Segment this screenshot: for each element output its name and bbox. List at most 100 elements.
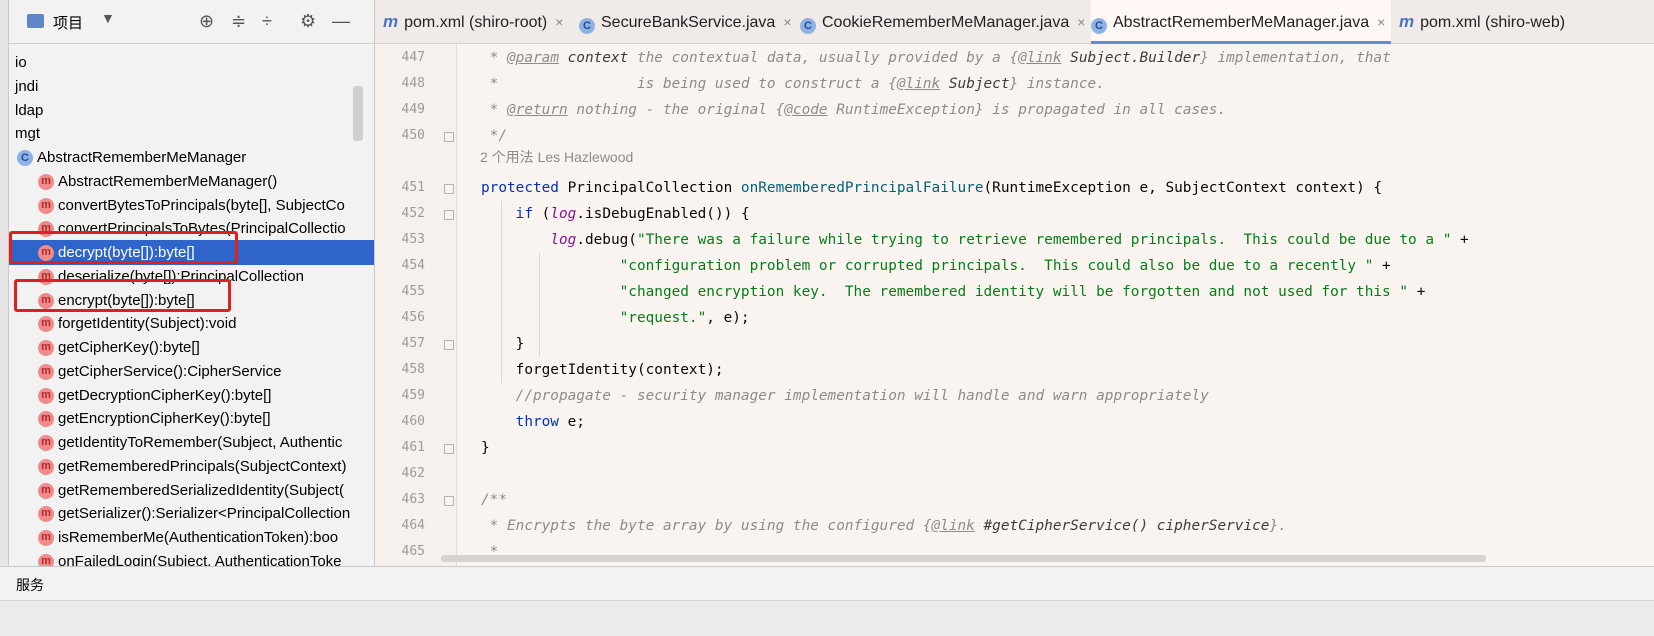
code-token: */ — [481, 128, 507, 144]
tree-item-method[interactable]: m forgetIdentity(Subject):void — [9, 311, 374, 336]
editor-tab[interactable]: C AbstractRememberMeManager.java × — [1091, 0, 1391, 44]
code-token: "There was a failure while trying to ret… — [636, 232, 1452, 248]
gear-icon[interactable]: ⚙ — [300, 11, 316, 31]
tab-label: pom.xml (shiro-root) — [404, 14, 548, 31]
highlight-box — [14, 278, 231, 312]
project-panel-header: 项目 ▼ ⊕ ≑ ÷ ⚙ — — [9, 0, 374, 44]
tree-item-package[interactable]: mgt — [9, 121, 374, 146]
fold-marker-icon[interactable] — [444, 132, 454, 142]
collapse-all-icon[interactable]: ÷ — [262, 11, 272, 31]
code-token: .debug( — [576, 232, 637, 248]
tree-item-label: getDecryptionCipherKey():byte[] — [58, 386, 272, 404]
tree-item-method[interactable]: m getCipherKey():byte[] — [9, 335, 374, 360]
class-icon: C — [17, 150, 33, 166]
project-panel-title[interactable]: 项目 — [53, 12, 83, 33]
code-line: * is being used to construct a {@link Su… — [481, 71, 1105, 97]
class-icon: C — [800, 18, 816, 34]
tree-item-label: forgetIdentity(Subject):void — [58, 315, 237, 333]
tree-item-method[interactable]: m getCipherService():CipherService — [9, 359, 374, 384]
editor-tab[interactable]: m pom.xml (shiro-web) — [1399, 0, 1654, 44]
code-line: if (log.isDebugEnabled()) { — [481, 201, 750, 227]
tree-item-method[interactable]: m convertBytesToPrincipals(byte[], Subjec… — [9, 193, 374, 218]
fold-marker-icon[interactable] — [444, 340, 454, 350]
tree-item-method[interactable]: m getRememberedPrincipals(SubjectContext) — [9, 454, 374, 479]
code-view[interactable]: * @param context the contextual data, us… — [457, 44, 1654, 600]
tab-label: CookieRememberMeManager.java — [822, 14, 1070, 31]
close-icon[interactable]: × — [555, 14, 563, 30]
editor-area: m pom.xml (shiro-root) × C SecureBankService… — [375, 0, 1654, 600]
editor-tab[interactable]: m pom.xml (shiro-root) × — [383, 0, 571, 44]
code-line: throw e; — [481, 409, 585, 435]
line-number: 460 — [401, 414, 425, 429]
code-token: "changed encryption key. The remembered … — [619, 284, 1409, 300]
maven-icon: m — [383, 12, 399, 31]
code-token: .isDebugEnabled()) { — [576, 206, 750, 222]
fold-marker-icon[interactable] — [444, 210, 454, 220]
code-token: @link — [896, 76, 941, 92]
minimize-icon[interactable]: — — [332, 11, 350, 31]
line-number: 465 — [401, 544, 425, 559]
horizontal-scrollbar[interactable] — [441, 555, 1486, 562]
line-number: 458 — [401, 362, 425, 377]
code-token: } — [481, 440, 490, 456]
services-tab[interactable]: 服务 — [16, 575, 44, 595]
close-icon[interactable]: × — [783, 14, 791, 30]
tree-item-method[interactable]: m getEncryptionCipherKey():byte[] — [9, 406, 374, 431]
method-icon: m — [38, 411, 54, 428]
fold-marker-icon[interactable] — [444, 496, 454, 506]
code-line: "request.", e); — [481, 305, 750, 331]
method-icon: m — [38, 387, 54, 404]
code-line: * @param context the contextual data, us… — [481, 45, 1391, 71]
tree-item-label: mgt — [15, 125, 41, 143]
fold-marker-icon[interactable] — [444, 184, 454, 194]
code-token: forgetIdentity(context); — [481, 362, 724, 378]
code-token: , e); — [706, 310, 750, 326]
method-icon: m — [38, 197, 54, 214]
line-number-gutter: 447 448 449 450 451 452 453 454 455 456 457 458 459 4… — [375, 44, 457, 600]
crosshair-icon[interactable]: ⊕ — [199, 11, 214, 31]
chevron-down-icon[interactable]: ▼ — [101, 10, 115, 26]
line-number: 464 — [401, 518, 425, 533]
editor-tab-bar: m pom.xml (shiro-root) × C SecureBankService… — [375, 0, 1654, 44]
fold-marker-icon[interactable] — [444, 444, 454, 454]
tree-item-method[interactable]: m getIdentityToRemember(Subject, Authenti… — [9, 430, 374, 455]
close-icon[interactable]: × — [1077, 14, 1085, 30]
expand-all-icon[interactable]: ≑ — [231, 11, 246, 31]
tree-item-label: isRememberMe(AuthenticationToken):boo — [58, 529, 339, 546]
code-token: @code — [784, 102, 828, 118]
method-icon: m — [38, 363, 54, 380]
code-line: * Encrypts the byte array by using the c… — [481, 513, 1287, 539]
line-number: 454 — [401, 258, 425, 273]
tree-item-method[interactable]: m isRememberMe(AuthenticationToken):boo — [9, 525, 374, 550]
editor-tab[interactable]: C SecureBankService.java × — [579, 0, 792, 44]
tree-item-method[interactable]: m getSerializer():Serializer<PrincipalCol… — [9, 501, 374, 526]
tree-item-package[interactable]: io — [9, 50, 374, 75]
usages-inlay-hint[interactable]: 2 个用法 Les Hazlewood — [480, 147, 633, 167]
code-token: //propagate - security manager implement… — [515, 388, 1209, 404]
line-number: 463 — [401, 492, 425, 507]
tree-scrollbar[interactable] — [353, 86, 363, 141]
tree-item-package[interactable]: ldap — [9, 98, 374, 123]
code-token: * is being used to construct a { — [481, 76, 897, 92]
tree-item-method[interactable]: m getDecryptionCipherKey():byte[] — [9, 383, 374, 408]
line-number: 455 — [401, 284, 425, 299]
method-icon: m — [38, 316, 54, 333]
code-token: protected — [481, 180, 568, 196]
tree-item-label: getEncryptionCipherKey():byte[] — [58, 410, 271, 428]
code-line: log.debug("There was a failure while try… — [481, 227, 1468, 253]
close-icon[interactable]: × — [1377, 14, 1385, 30]
code-token: onRememberedPrincipalFailure — [740, 180, 984, 196]
editor-tab[interactable]: C CookieRememberMeManager.java × — [800, 0, 1085, 44]
code-token: + — [1408, 284, 1426, 300]
tree-item-package[interactable]: jndi — [9, 74, 374, 99]
code-token: PrincipalCollection — [567, 180, 741, 196]
code-token: nothing - the original { — [567, 102, 785, 118]
tree-item-method[interactable]: m AbstractRememberMeManager() — [9, 169, 374, 194]
tree-item-method[interactable]: m getRememberedSerializedIdentity(Subject… — [9, 478, 374, 503]
method-icon: m — [38, 530, 54, 546]
tree-item-class[interactable]: C AbstractRememberMeManager — [9, 145, 374, 170]
code-token: }. — [1269, 518, 1287, 534]
